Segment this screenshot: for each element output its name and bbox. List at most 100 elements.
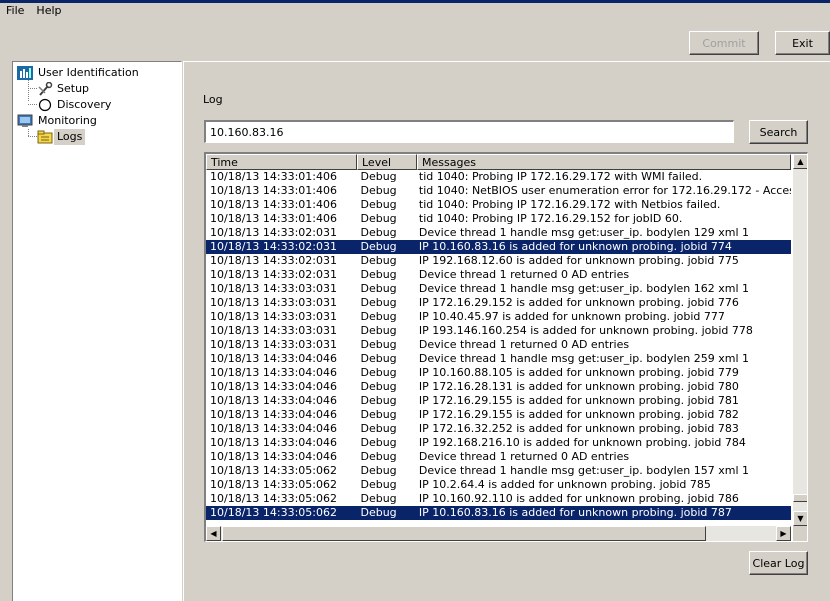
cell-level: Debug (360, 268, 397, 281)
cell-message: IP 172.16.29.155 is added for unknown pr… (418, 408, 739, 421)
table-row[interactable]: 10/18/13 14:33:02:031 Debug Device thread … (206, 268, 791, 282)
search-input[interactable]: 10.160.83.16 (204, 120, 734, 143)
discovery-circle-icon (37, 98, 53, 112)
cell-message: IP 192.168.12.60 is added for unknown pr… (418, 254, 739, 267)
table-row[interactable]: 10/18/13 14:33:01:406 Debug tid 1040: Prob… (206, 198, 791, 212)
exit-button[interactable]: Exit (775, 31, 830, 55)
table-row[interactable]: 10/18/13 14:33:03:031 Debug Device thread … (206, 282, 791, 296)
table-row[interactable]: 10/18/13 14:33:04:046 Debug IP 10.160.88.1… (206, 366, 791, 380)
search-button[interactable]: Search (749, 120, 808, 144)
table-row[interactable]: 10/18/13 14:33:03:031 Debug IP 10.40.45.97… (206, 310, 791, 324)
scrollbar-corner (793, 526, 807, 541)
cell-level: Debug (360, 198, 397, 211)
scroll-right-arrow-icon[interactable]: ▶ (776, 526, 791, 541)
table-row[interactable]: 10/18/13 14:33:05:062 Debug IP 10.160.83.1… (206, 506, 791, 520)
scroll-down-arrow-icon[interactable]: ▼ (793, 511, 807, 526)
cell-level: Debug (360, 310, 397, 323)
cell-message: IP 172.16.32.252 is added for unknown pr… (418, 422, 739, 435)
cell-message: tid 1040: Probing IP 172.16.29.172 with … (418, 170, 703, 183)
clear-log-button[interactable]: Clear Log (749, 551, 808, 575)
cell-time: 10/18/13 14:33:04:046 (210, 380, 338, 393)
cell-time: 10/18/13 14:33:05:062 (210, 478, 338, 491)
cell-message: Device thread 1 handle msg get:user_ip. … (418, 226, 750, 239)
horizontal-scroll-thumb[interactable] (222, 526, 706, 541)
cell-time: 10/18/13 14:33:01:406 (210, 170, 338, 183)
cell-level: Debug (360, 506, 397, 519)
column-header-level[interactable]: Level (357, 154, 417, 170)
log-list-header: Time Level Messages (206, 154, 806, 170)
cell-time: 10/18/13 14:33:04:046 (210, 408, 338, 421)
cell-level: Debug (360, 492, 397, 505)
cell-message: IP 10.160.88.105 is added for unknown pr… (418, 366, 739, 379)
tree-label-discovery: Discovery (57, 98, 112, 111)
cell-level: Debug (360, 380, 397, 393)
table-row[interactable]: 10/18/13 14:33:05:062 Debug IP 10.160.92.1… (206, 492, 791, 506)
cell-time: 10/18/13 14:33:03:031 (210, 296, 338, 309)
navigation-tree: User Identification Setup Discovery Moni… (12, 61, 182, 601)
table-row[interactable]: 10/18/13 14:33:04:046 Debug Device thread … (206, 450, 791, 464)
table-row[interactable]: 10/18/13 14:33:01:406 Debug tid 1040: Prob… (206, 212, 791, 226)
cell-time: 10/18/13 14:33:01:406 (210, 212, 338, 225)
cell-time: 10/18/13 14:33:04:046 (210, 366, 338, 379)
table-row[interactable]: 10/18/13 14:33:04:046 Debug IP 192.168.216… (206, 436, 791, 450)
cell-time: 10/18/13 14:33:04:046 (210, 352, 338, 365)
table-row[interactable]: 10/18/13 14:33:01:406 Debug tid 1040: Prob… (206, 170, 791, 184)
table-row[interactable]: 10/18/13 14:33:01:406 Debug tid 1040: NetB… (206, 184, 791, 198)
commit-button[interactable]: Commit (689, 31, 759, 55)
menu-bar: File Help (0, 3, 830, 20)
table-row[interactable]: 10/18/13 14:33:04:046 Debug IP 172.16.32.2… (206, 422, 791, 436)
table-row[interactable]: 10/18/13 14:33:05:062 Debug IP 10.2.64.4 i… (206, 478, 791, 492)
table-row[interactable]: 10/18/13 14:33:04:046 Debug IP 172.16.29.1… (206, 394, 791, 408)
cell-level: Debug (360, 184, 397, 197)
table-row[interactable]: 10/18/13 14:33:03:031 Debug Device thread … (206, 338, 791, 352)
cell-level: Debug (360, 352, 397, 365)
table-row[interactable]: 10/18/13 14:33:02:031 Debug IP 192.168.12.… (206, 254, 791, 268)
cell-time: 10/18/13 14:33:03:031 (210, 324, 338, 337)
monitoring-monitor-icon (17, 114, 33, 128)
cell-message: tid 1040: Probing IP 172.16.29.172 with … (418, 198, 721, 211)
table-row[interactable]: 10/18/13 14:33:02:031 Debug IP 10.160.83.1… (206, 240, 791, 254)
tree-line (28, 104, 37, 105)
scroll-up-arrow-icon[interactable]: ▲ (793, 154, 807, 169)
cell-message: Device thread 1 returned 0 AD entries (418, 338, 630, 351)
cell-level: Debug (360, 170, 397, 183)
cell-time: 10/18/13 14:33:02:031 (210, 268, 338, 281)
table-row[interactable]: 10/18/13 14:33:03:031 Debug IP 193.146.160… (206, 324, 791, 338)
logs-folder-icon (37, 130, 53, 144)
vertical-scrollbar[interactable]: ▲ ▼ (793, 154, 807, 526)
cell-message: IP 172.16.29.155 is added for unknown pr… (418, 394, 739, 407)
table-row[interactable]: 10/18/13 14:33:03:031 Debug IP 172.16.29.1… (206, 296, 791, 310)
table-row[interactable]: 10/18/13 14:33:04:046 Debug Device thread … (206, 352, 791, 366)
column-header-messages[interactable]: Messages (417, 154, 791, 170)
horizontal-scrollbar[interactable]: ◀ ▶ (206, 526, 791, 541)
table-row[interactable]: 10/18/13 14:33:04:046 Debug IP 172.16.28.1… (206, 380, 791, 394)
cell-time: 10/18/13 14:33:04:046 (210, 394, 338, 407)
tree-label-logs: Logs (54, 129, 86, 145)
table-row[interactable]: 10/18/13 14:33:02:031 Debug Device thread … (206, 226, 791, 240)
cell-level: Debug (360, 254, 397, 267)
table-row[interactable]: 10/18/13 14:33:05:062 Debug Device thread … (206, 464, 791, 478)
cell-time: 10/18/13 14:33:03:031 (210, 338, 338, 351)
scroll-left-arrow-icon[interactable]: ◀ (206, 526, 221, 541)
cell-time: 10/18/13 14:33:05:062 (210, 464, 338, 477)
menu-file[interactable]: File (0, 3, 30, 20)
cell-time: 10/18/13 14:33:03:031 (210, 310, 338, 323)
cell-message: IP 172.16.28.131 is added for unknown pr… (418, 380, 739, 393)
cell-message: IP 192.168.216.10 is added for unknown p… (418, 436, 746, 449)
column-header-time[interactable]: Time (206, 154, 357, 170)
cell-time: 10/18/13 14:33:04:046 (210, 450, 338, 463)
cell-time: 10/18/13 14:33:01:406 (210, 184, 338, 197)
cell-message: IP 10.160.83.16 is added for unknown pro… (418, 506, 732, 519)
cell-time: 10/18/13 14:33:03:031 (210, 282, 338, 295)
cell-message: Device thread 1 handle msg get:user_ip. … (418, 352, 750, 365)
cell-message: tid 1040: NetBIOS user enumeration error… (418, 184, 791, 197)
cell-level: Debug (360, 324, 397, 337)
log-rows: 10/18/13 14:33:01:406 Debug tid 1040: Prob… (206, 170, 791, 526)
tree-label-user-identification: User Identification (38, 66, 139, 79)
table-row[interactable]: 10/18/13 14:33:04:046 Debug IP 172.16.29.1… (206, 408, 791, 422)
cell-level: Debug (360, 212, 397, 225)
cell-message: tid 1040: Probing IP 172.16.29.152 for j… (418, 212, 683, 225)
user-identification-icon (17, 66, 33, 80)
scroll-thumb[interactable] (793, 494, 807, 502)
menu-help[interactable]: Help (30, 3, 67, 20)
